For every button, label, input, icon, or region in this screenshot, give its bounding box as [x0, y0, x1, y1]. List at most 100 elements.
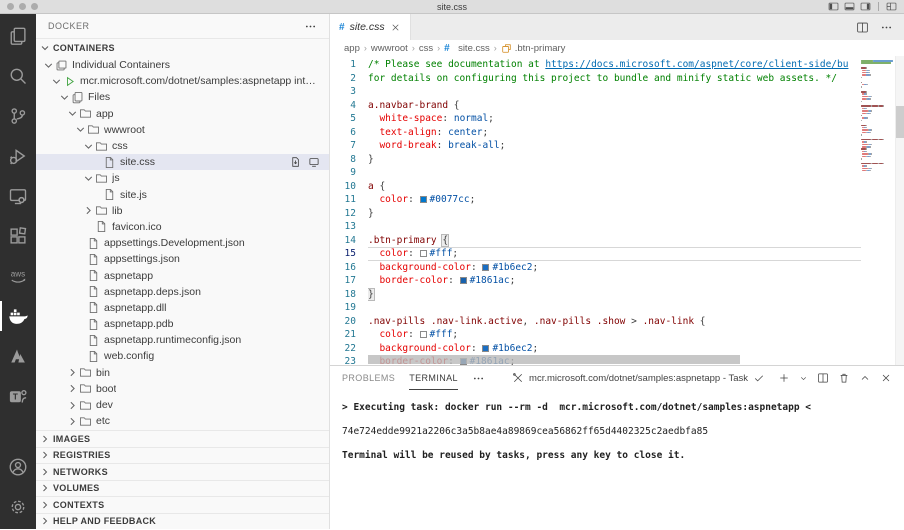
zoom-window-button[interactable] — [31, 3, 38, 10]
tree-item-aspnetapp-deps-json[interactable]: aspnetapp.deps.json — [36, 284, 329, 300]
code-line-2[interactable]: 2for details on configuring this project… — [330, 72, 861, 86]
activity-explorer[interactable] — [0, 16, 36, 56]
activity-docker[interactable] — [0, 296, 36, 336]
chevron-down-icon[interactable] — [82, 140, 95, 153]
code-line-3[interactable]: 3 — [330, 85, 861, 99]
activity-aws[interactable]: aws — [0, 256, 36, 296]
tree-item-favicon-ico[interactable]: favicon.ico — [36, 219, 329, 235]
activity-source-control[interactable] — [0, 96, 36, 136]
chevron-down-icon[interactable] — [42, 59, 55, 72]
horizontal-scrollbar[interactable] — [368, 355, 740, 364]
code-line-13[interactable]: 13 — [330, 220, 861, 234]
code-line-20[interactable]: 20.nav-pills .nav-link.active, .nav-pill… — [330, 315, 861, 329]
tree-item-bin[interactable]: bin — [36, 365, 329, 381]
chevron-down-icon[interactable] — [82, 172, 95, 185]
section-images[interactable]: IMAGES — [36, 430, 329, 447]
vertical-scrollbar[interactable] — [895, 56, 904, 365]
code-line-10[interactable]: 10a { — [330, 180, 861, 194]
code-line-6[interactable]: 6 text-align: center; — [330, 126, 861, 140]
chevron-right-icon[interactable] — [66, 399, 79, 412]
more-actions-icon[interactable] — [304, 20, 317, 33]
activity-run-debug[interactable] — [0, 136, 36, 176]
code-line-22[interactable]: 22 background-color: #1b6ec2; — [330, 342, 861, 356]
container-files-tree[interactable]: Individual Containersmcr.microsoft.com/d… — [36, 57, 329, 430]
new-terminal-icon[interactable] — [778, 372, 790, 384]
tree-item-files[interactable]: Files — [36, 89, 329, 105]
close-tab-icon[interactable] — [390, 22, 401, 33]
tree-item-aspnetapp-runtimeconfig-json[interactable]: aspnetapp.runtimeconfig.json — [36, 332, 329, 348]
code-line-15[interactable]: 15 color: #fff; — [330, 247, 861, 261]
section-contexts[interactable]: CONTEXTS — [36, 496, 329, 513]
chevron-down-icon[interactable] — [50, 75, 63, 88]
code-line-5[interactable]: 5 white-space: normal; — [330, 112, 861, 126]
breadcrumb-wwwroot[interactable]: wwwroot — [371, 43, 408, 54]
breadcrumb-app[interactable]: app — [344, 43, 360, 54]
tree-item-lib[interactable]: lib — [36, 203, 329, 219]
minimize-window-button[interactable] — [19, 3, 26, 10]
tree-item-aspnetapp-dll[interactable]: aspnetapp.dll — [36, 300, 329, 316]
activity-settings[interactable] — [0, 487, 36, 527]
tree-item-boot[interactable]: boot — [36, 381, 329, 397]
tree-item-css[interactable]: css — [36, 138, 329, 154]
section-registries[interactable]: REGISTRIES — [36, 447, 329, 464]
code-editor[interactable]: 1/* Please see documentation at https://… — [330, 56, 904, 365]
code-line-9[interactable]: 9 — [330, 166, 861, 180]
section-containers[interactable]: CONTAINERS — [36, 38, 329, 57]
code-line-19[interactable]: 19 — [330, 301, 861, 315]
window-controls[interactable] — [0, 3, 38, 10]
color-swatch[interactable] — [482, 345, 489, 352]
activity-account[interactable] — [0, 447, 36, 487]
toggle-sidebar-right-icon[interactable] — [860, 1, 871, 12]
tab-problems[interactable]: PROBLEMS — [342, 366, 395, 390]
minimap[interactable] — [861, 56, 895, 365]
color-swatch[interactable] — [482, 264, 489, 271]
tree-item-js[interactable]: js — [36, 170, 329, 186]
chevron-down-icon[interactable] — [74, 123, 87, 136]
section-networks[interactable]: NETWORKS — [36, 463, 329, 480]
split-terminal-icon[interactable] — [817, 372, 829, 384]
tree-item-etc[interactable]: etc — [36, 413, 329, 429]
toggle-sidebar-left-icon[interactable] — [828, 1, 839, 12]
more-panel-tabs-icon[interactable] — [472, 372, 485, 385]
terminal-dropdown-icon[interactable] — [799, 374, 808, 383]
color-swatch[interactable] — [460, 277, 467, 284]
color-swatch[interactable] — [420, 331, 427, 338]
activity-teams[interactable]: T — [0, 376, 36, 416]
activity-extensions[interactable] — [0, 216, 36, 256]
close-window-button[interactable] — [7, 3, 14, 10]
activity-search[interactable] — [0, 56, 36, 96]
tree-item-individual-containers[interactable]: Individual Containers — [36, 57, 329, 73]
breadcrumb-site-css[interactable]: #site.css — [444, 43, 490, 54]
code-line-14[interactable]: 14.btn-primary { — [330, 234, 861, 248]
chevron-right-icon[interactable] — [82, 204, 95, 217]
tab-terminal[interactable]: TERMINAL — [409, 366, 458, 390]
tree-item-wwwroot[interactable]: wwwroot — [36, 122, 329, 138]
breadcrumb-btn-primary[interactable]: .btn-primary — [501, 43, 566, 54]
tree-item-aspnetapp-pdb[interactable]: aspnetapp.pdb — [36, 316, 329, 332]
section-help-and-feedback[interactable]: HELP AND FEEDBACK — [36, 513, 329, 530]
chevron-down-icon[interactable] — [58, 91, 71, 104]
section-volumes[interactable]: VOLUMES — [36, 480, 329, 497]
more-actions-icon[interactable] — [880, 21, 893, 34]
tree-item-app[interactable]: app — [36, 106, 329, 122]
code-line-7[interactable]: 7 word-break: break-all; — [330, 139, 861, 153]
tree-item-site-css[interactable]: site.css — [36, 154, 329, 170]
code-line-12[interactable]: 12} — [330, 207, 861, 221]
tree-item-appsettings-development-json[interactable]: appsettings.Development.json — [36, 235, 329, 251]
code-line-1[interactable]: 1/* Please see documentation at https://… — [330, 58, 861, 72]
maximize-panel-icon[interactable] — [859, 372, 871, 384]
code-line-21[interactable]: 21 color: #fff; — [330, 328, 861, 342]
kill-terminal-icon[interactable] — [838, 372, 850, 384]
tree-item-aspnetapp[interactable]: aspnetapp — [36, 267, 329, 283]
customize-layout-icon[interactable] — [886, 1, 897, 12]
code-line-8[interactable]: 8} — [330, 153, 861, 167]
split-editor-icon[interactable] — [856, 21, 869, 34]
tree-item-mcr-microsoft-com-dotnet-samples-aspnetapp-int[interactable]: mcr.microsoft.com/dotnet/samples:aspneta… — [36, 73, 329, 89]
open-editor-icon[interactable] — [308, 156, 320, 168]
terminal-task-selector[interactable]: mcr.microsoft.com/dotnet/samples:aspneta… — [512, 372, 765, 384]
tree-item-web-config[interactable]: web.config — [36, 348, 329, 364]
scrollbar-thumb[interactable] — [896, 106, 904, 138]
breadcrumb-css[interactable]: css — [419, 43, 433, 54]
close-panel-icon[interactable] — [880, 372, 892, 384]
code-line-11[interactable]: 11 color: #0077cc; — [330, 193, 861, 207]
